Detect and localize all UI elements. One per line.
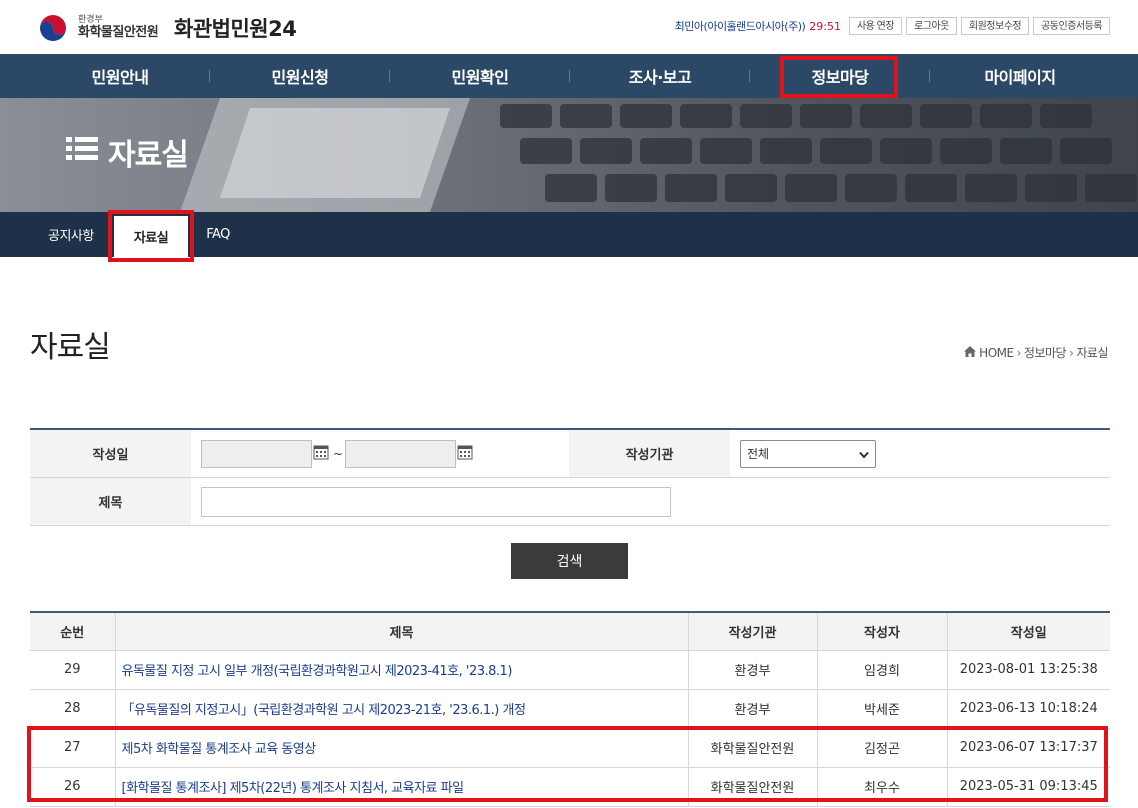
- title-search-input[interactable]: [201, 486, 671, 517]
- row-date: 2023-05-31 09:13:45: [946, 767, 1110, 807]
- header-no: 순번: [30, 612, 115, 651]
- date-from-input[interactable]: [201, 439, 312, 468]
- sub-navigation: 공지사항 자료실 FAQ: [0, 212, 1138, 257]
- row-no: 26: [30, 767, 115, 807]
- logo-ministry-label: 환경부: [78, 15, 103, 25]
- edit-profile-button[interactable]: 회원정보수정: [960, 17, 1030, 35]
- nav-label: 민원안내: [91, 68, 149, 87]
- breadcrumb: HOME › 정보마당 › 자료실: [964, 344, 1108, 361]
- breadcrumb-archive: 자료실: [1076, 346, 1108, 360]
- header-title: 제목: [114, 612, 688, 651]
- chevron-right-icon: ›: [1069, 345, 1074, 360]
- search-row-title: 제목: [30, 478, 1110, 526]
- date-to-input[interactable]: [345, 439, 457, 468]
- row-writer: 최우수: [816, 767, 947, 807]
- register-certificate-button[interactable]: 공동인증서등록: [1033, 17, 1110, 35]
- subnav-notice[interactable]: 공지사항: [0, 212, 114, 257]
- chevron-down-icon: [859, 448, 869, 462]
- table-row: 29 유독물질 지정 고시 일부 개정(국립환경과학원고시 제2023-41호,…: [30, 650, 1110, 690]
- user-utility-area: 최민아(아이홀랜드아시아(주)) 29:51 사용 연장 로그아웃 회원정보수정…: [675, 17, 1110, 35]
- nav-label: 민원신청: [271, 68, 329, 87]
- main-navigation: 민원안내 민원신청 민원확인 조사·보고 정보마당 마이페이지: [0, 54, 1138, 98]
- nav-civil-guide[interactable]: 민원안내: [30, 54, 210, 98]
- nav-civil-check[interactable]: 민원확인: [390, 54, 570, 98]
- nav-label: 마이페이지: [984, 68, 1056, 87]
- subnav-archive[interactable]: 자료실: [113, 216, 189, 257]
- hero-banner: 자료실: [0, 98, 1138, 212]
- user-name: 최민아(아이홀랜드아시아(주)): [674, 20, 806, 33]
- row-date: 2023-06-13 10:18:24: [946, 689, 1110, 729]
- ministry-logo[interactable]: 환경부 화학물질안전원: [32, 10, 159, 46]
- nav-my-page[interactable]: 마이페이지: [930, 54, 1110, 98]
- row-date: 2023-06-07 13:17:37: [946, 728, 1110, 768]
- site-title[interactable]: 화관법민원24: [174, 13, 297, 43]
- org-label: 작성기관: [569, 430, 730, 477]
- row-org: 화학물질안전원: [687, 767, 817, 807]
- title-label: 제목: [30, 478, 191, 525]
- calendar-icon[interactable]: [457, 444, 473, 464]
- row-no: 29: [30, 650, 115, 690]
- session-timer: 29:51: [809, 19, 841, 33]
- header-date: 작성일: [946, 612, 1110, 651]
- nav-label: 정보마당: [811, 68, 869, 87]
- hero-title-text: 자료실: [108, 138, 189, 173]
- row-org: 환경부: [687, 689, 817, 729]
- logout-button[interactable]: 로그아웃: [906, 17, 957, 35]
- row-writer: 김정곤: [816, 728, 947, 768]
- logo-org-name: 화학물질안전원: [78, 25, 159, 40]
- org-select[interactable]: 전체: [740, 439, 876, 468]
- row-writer: 임경희: [816, 650, 947, 690]
- breadcrumb-home[interactable]: HOME: [979, 346, 1014, 360]
- taegeuk-emblem-icon: [32, 10, 74, 46]
- row-title-link[interactable]: 제5차 화학물질 통계조사 교육 동영상: [114, 728, 688, 768]
- top-bar: 환경부 화학물질안전원 화관법민원24 최민아(아이홀랜드아시아(주)) 29:…: [0, 0, 1138, 54]
- row-title-link[interactable]: 유독물질 지정 고시 일부 개정(국립환경과학원고시 제2023-41호, '2…: [114, 650, 688, 690]
- row-title-link[interactable]: 「유독물질의 지정고시」(국립환경과학원 고시 제2023-21호, '23.6…: [114, 689, 688, 729]
- subnav-faq[interactable]: FAQ: [188, 212, 248, 257]
- table-header-row: 순번 제목 작성기관 작성자 작성일: [30, 612, 1110, 651]
- hero-title: 자료실: [66, 130, 189, 174]
- list-icon: [66, 135, 98, 170]
- nav-survey-report[interactable]: 조사·보고: [570, 54, 750, 98]
- header-org: 작성기관: [687, 612, 817, 651]
- row-no: 28: [30, 689, 115, 729]
- nav-civil-apply[interactable]: 민원신청: [210, 54, 390, 98]
- breadcrumb-info-plaza[interactable]: 정보마당: [1024, 344, 1067, 361]
- search-button[interactable]: 검색: [511, 543, 628, 579]
- calendar-icon[interactable]: [313, 444, 329, 464]
- search-form: 작성일 ~ 작성기관 전체 제목: [30, 428, 1110, 526]
- row-title-link[interactable]: [화학물질 통계조사] 제5차(22년) 통계조사 지침서, 교육자료 파일: [114, 767, 688, 807]
- row-writer: 박세준: [816, 689, 947, 729]
- extend-session-button[interactable]: 사용 연장: [848, 17, 903, 35]
- row-org: 환경부: [687, 650, 817, 690]
- date-range-separator: ~: [333, 446, 344, 461]
- table-row: 26 [화학물질 통계조사] 제5차(22년) 통계조사 지침서, 교육자료 파…: [30, 767, 1110, 807]
- row-no: 27: [30, 728, 115, 768]
- row-date: 2023-08-01 13:25:38: [946, 650, 1110, 690]
- search-row-date: 작성일 ~ 작성기관 전체: [30, 430, 1110, 478]
- table-row: 27 제5차 화학물질 통계조사 교육 동영상 화학물질안전원 김정곤 2023…: [30, 728, 1110, 768]
- header-writer: 작성자: [816, 612, 947, 651]
- archive-table: 순번 제목 작성기관 작성자 작성일 29 유독물질 지정 고시 일부 개정(국…: [30, 611, 1110, 807]
- table-row: 28 「유독물질의 지정고시」(국립환경과학원 고시 제2023-21호, '2…: [30, 689, 1110, 729]
- date-label: 작성일: [30, 430, 191, 477]
- org-select-value: 전체: [747, 447, 770, 461]
- nav-label: 조사·보고: [628, 68, 692, 87]
- nav-label: 민원확인: [451, 68, 509, 87]
- nav-info-plaza[interactable]: 정보마당: [750, 54, 930, 98]
- home-icon[interactable]: [964, 345, 977, 360]
- row-org: 화학물질안전원: [687, 728, 817, 768]
- chevron-right-icon: ›: [1016, 345, 1022, 360]
- page-title: 자료실: [30, 330, 111, 365]
